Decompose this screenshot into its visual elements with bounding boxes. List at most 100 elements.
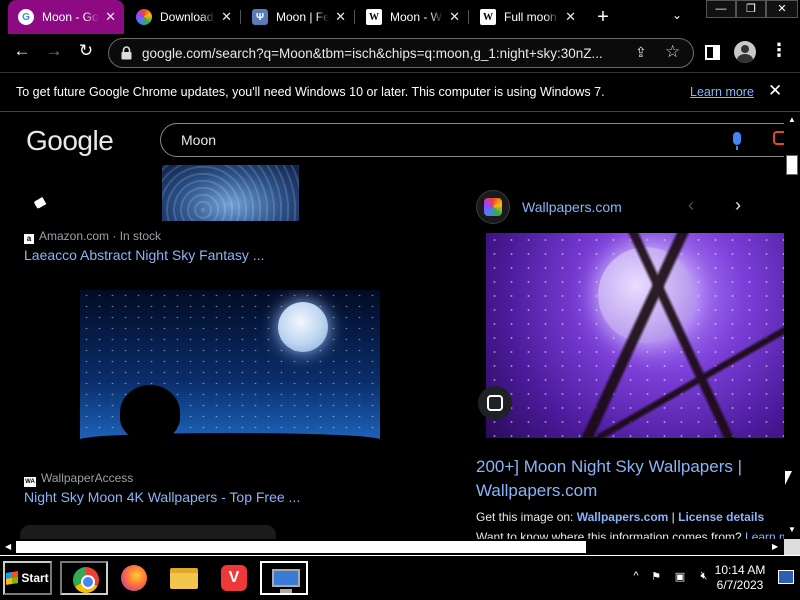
close-infobar-icon[interactable]: ✕ (768, 81, 782, 101)
start-button[interactable]: Start (3, 561, 52, 595)
share-icon[interactable]: ⇪ (635, 44, 647, 61)
google-logo[interactable]: Google (26, 125, 114, 157)
moon-graphic (278, 302, 328, 352)
preview-image-purple-moon[interactable] (486, 233, 784, 438)
horizontal-scrollbar[interactable]: ◀ ▶ (0, 539, 800, 555)
scroll-up-arrow-icon[interactable]: ▲ (788, 115, 796, 124)
tab-moon-google[interactable]: G Moon - Google ✕ (8, 0, 124, 34)
firefox-icon (121, 565, 147, 591)
learn-more-link[interactable]: Learn m (745, 530, 784, 539)
preview-source-name[interactable]: Wallpapers.com (522, 199, 622, 215)
vertical-scroll-thumb[interactable] (786, 155, 798, 175)
pinwheel-favicon-icon (136, 9, 152, 25)
wallpapers-site-icon[interactable] (476, 190, 510, 224)
amazon-favicon-icon: a (24, 234, 34, 244)
clock-time: 10:14 AM (714, 563, 766, 577)
previous-image-chevron-icon[interactable]: ‹ (688, 195, 694, 216)
computer-icon (272, 569, 300, 593)
side-panel-icon[interactable] (705, 45, 720, 60)
tree-silhouette (120, 385, 180, 440)
close-tab-icon[interactable]: ✕ (221, 9, 232, 25)
preview-title-link[interactable]: 200+] Moon Night Sky Wallpapers | Wallpa… (476, 455, 776, 503)
learn-more-link[interactable]: Learn more (690, 85, 754, 99)
microphone-icon[interactable] (733, 132, 741, 150)
reload-icon[interactable]: ↻ (74, 41, 98, 61)
tab-search-chevron-icon[interactable]: ⌄ (672, 8, 682, 22)
result-image-clouds[interactable] (162, 165, 299, 221)
taskbar-chrome[interactable] (60, 561, 108, 595)
network-icon[interactable]: ▣ (673, 570, 687, 584)
search-box[interactable]: Moon (160, 123, 784, 157)
close-tab-icon[interactable]: ✕ (449, 9, 460, 25)
taskbar-firefox[interactable] (110, 561, 158, 595)
result-image-night-sky[interactable] (80, 290, 380, 455)
address-bar[interactable]: google.com/search?q=Moon&tbm=isch&chips=… (108, 38, 694, 68)
next-image-chevron-icon[interactable]: › (735, 195, 741, 216)
volume-muted-icon[interactable]: 🔇︎ (697, 570, 711, 584)
tab-title: Moon | Feral (276, 10, 330, 24)
infobar-message: To get future Google Chrome updates, you… (16, 85, 605, 99)
google-favicon-icon: G (18, 9, 34, 25)
result-title-link[interactable]: Night Sky Moon 4K Wallpapers - Top Free … (24, 489, 300, 505)
tab-separator (468, 10, 469, 24)
tab-strip: G Moon - Google ✕ Download ✕ Ψ Moon | Fe… (0, 0, 800, 34)
action-center-flag-icon[interactable]: ⚑ (649, 570, 663, 584)
search-results-page: Google Moon a Amazon.com · In stock Laeac… (0, 113, 784, 539)
taskbar-vivaldi[interactable]: V (210, 561, 258, 595)
vivaldi-icon: V (221, 565, 247, 591)
scrollbar-corner (784, 539, 800, 555)
profile-avatar-icon[interactable] (734, 41, 756, 63)
minimize-button[interactable]: — (706, 0, 736, 18)
emblem-favicon-icon: Ψ (252, 9, 268, 25)
restore-button[interactable]: ❐ (736, 0, 766, 18)
close-tab-icon[interactable]: ✕ (105, 9, 116, 25)
update-infobar: To get future Google Chrome updates, you… (0, 72, 800, 112)
new-tab-button[interactable]: + (592, 6, 614, 29)
get-image-site-link[interactable]: Wallpapers.com (577, 510, 669, 524)
license-details-link[interactable]: License details (678, 510, 764, 524)
folder-icon (170, 568, 198, 589)
result-source-text: WallpaperAccess (41, 471, 134, 485)
bookmark-star-icon[interactable]: ☆ (665, 42, 680, 62)
url-text[interactable]: google.com/search?q=Moon&tbm=isch&chips=… (142, 46, 622, 61)
kebab-menu-icon[interactable]: ⋮ (770, 40, 788, 61)
chrome-icon (73, 567, 99, 593)
scroll-right-arrow-icon[interactable]: ▶ (772, 542, 778, 551)
price-tag-icon (33, 197, 47, 209)
forward-arrow-icon[interactable]: → (42, 41, 66, 61)
tab-moon-wikipedia[interactable]: W Moon - Wikipedia ✕ (356, 0, 468, 34)
clock[interactable]: 10:14 AM 6/7/2023 (710, 563, 770, 593)
info-source-line: Want to know where this information come… (476, 530, 784, 539)
scroll-left-arrow-icon[interactable]: ◀ (5, 542, 11, 551)
taskbar-explorer[interactable] (160, 561, 208, 595)
taskbar: Start V ^ ⚑ ▣ 🔇︎ 10:14 AM 6/7/2023 (0, 555, 800, 600)
ground-silhouette (80, 433, 380, 455)
show-desktop-icon[interactable] (778, 570, 794, 584)
google-lens-icon[interactable] (773, 131, 784, 145)
search-query[interactable]: Moon (181, 132, 216, 148)
tab-separator (240, 10, 241, 24)
close-tab-icon[interactable]: ✕ (335, 9, 346, 25)
tree-branches (486, 233, 784, 438)
scroll-down-arrow-icon[interactable]: ▼ (788, 525, 796, 534)
result-source-text: Amazon.com · In stock (39, 229, 162, 243)
tray-expand-icon[interactable]: ^ (629, 570, 643, 584)
get-image-label: Get this image on: (476, 510, 574, 524)
tab-title: Full moon - Wikipedia (504, 10, 559, 24)
info-source-text: Want to know where this information come… (476, 530, 742, 539)
tab-moon-feral[interactable]: Ψ Moon | Feral ✕ (242, 0, 354, 34)
horizontal-scroll-thumb[interactable] (16, 541, 586, 553)
tab-download[interactable]: Download ✕ (126, 0, 240, 34)
result-title-link[interactable]: Laeacco Abstract Night Sky Fantasy ... (24, 247, 264, 263)
back-arrow-icon[interactable]: ← (10, 41, 34, 61)
more-results-bar[interactable] (20, 525, 276, 539)
result-source: WA WallpaperAccess (24, 471, 133, 487)
lens-search-button[interactable] (478, 386, 512, 420)
tab-full-moon-wikipedia[interactable]: W Full moon - Wikipedia ✕ (470, 0, 584, 34)
taskbar-computer[interactable] (260, 561, 308, 595)
lock-icon[interactable] (121, 46, 132, 60)
wallpaperaccess-favicon-icon: WA (24, 477, 36, 487)
tab-title: Download (160, 10, 214, 24)
close-window-button[interactable]: ✕ (766, 0, 798, 18)
close-tab-icon[interactable]: ✕ (565, 9, 576, 25)
